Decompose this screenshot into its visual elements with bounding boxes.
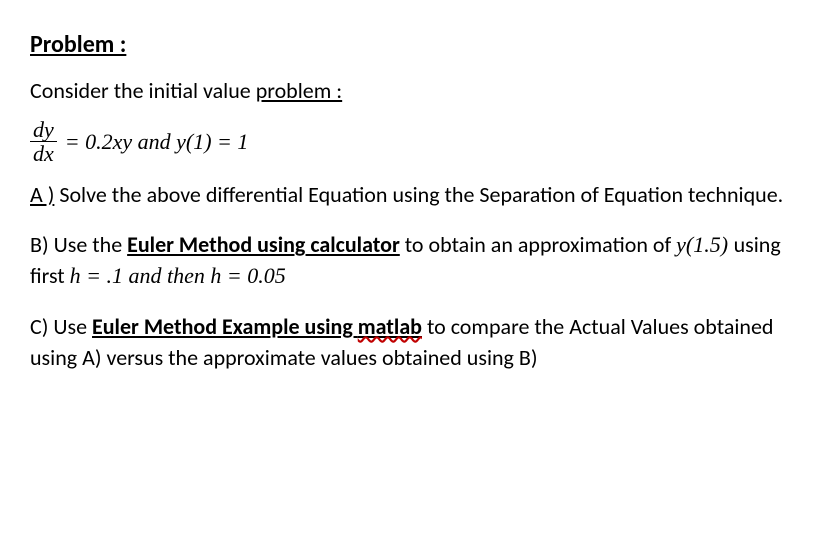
fraction-numerator: dy (30, 118, 57, 142)
intro-link: problem : (256, 77, 342, 104)
part-b-eq1: y(1.5) (676, 232, 733, 257)
intro-prefix: Consider the initial value (30, 77, 256, 104)
part-c-link-text1: Euler Method Example using (92, 313, 358, 340)
part-b-prefix: Use the (54, 231, 128, 258)
part-c-label: C) (30, 313, 53, 340)
problem-heading: Problem : (30, 28, 801, 62)
part-c-prefix: Use (53, 313, 92, 340)
part-a: A ) Solve the above differential Equatio… (30, 180, 801, 211)
fraction-denominator: dx (30, 142, 57, 165)
fraction: dy dx (30, 118, 57, 165)
part-b-eq2: h = .1 and then h = 0.05 (70, 263, 286, 288)
part-c-link: Euler Method Example using matlab (92, 313, 422, 340)
part-b-link: Euler Method using calculator (127, 231, 400, 258)
equation-rhs: = 0.2xy and y(1) = 1 (65, 127, 249, 158)
part-c: C) Use Euler Method Example using matlab… (30, 312, 801, 374)
intro-paragraph: Consider the initial value problem : (30, 76, 801, 107)
equation-block: dy dx = 0.2xy and y(1) = 1 (30, 118, 801, 165)
part-c-link-wavy: matlab (358, 313, 422, 340)
part-b-label: B) (30, 231, 54, 258)
part-b: B) Use the Euler Method using calculator… (30, 230, 801, 292)
part-a-label: A ) (30, 181, 54, 208)
part-a-text: Solve the above differential Equation us… (54, 181, 783, 208)
part-b-after-link: to obtain an approximation of (400, 231, 676, 258)
